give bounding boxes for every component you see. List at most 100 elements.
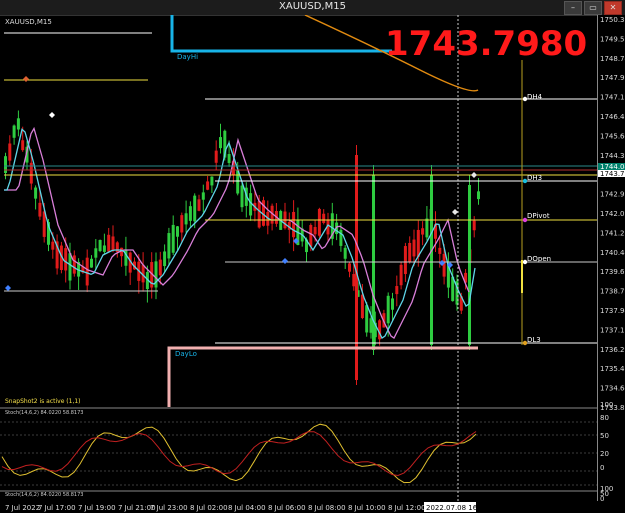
level-marker — [522, 96, 528, 102]
candle-body — [98, 240, 102, 252]
chart-canvas[interactable]: DH4 DH3 DPivot DOpen DL3 DayHi DayLo — [0, 15, 597, 511]
time-tick-label: 7 Jul 23:00 — [150, 504, 188, 512]
current-price-label: 1743.798 — [600, 170, 625, 178]
price-axis[interactable]: 1750.399 1749.519 1748.749 1747.974 1747.199… — [597, 15, 625, 501]
price-tick-label: 1738.799 — [600, 288, 625, 296]
candle-body — [180, 215, 184, 233]
stochastic-panel — [0, 421, 597, 486]
candle-body — [163, 251, 167, 267]
dpivot-label: DPivot — [527, 212, 550, 220]
candle-body — [72, 255, 76, 274]
candle-body — [416, 229, 420, 257]
candle-body — [210, 176, 214, 186]
stochastic2-label: Stoch(14,6,2) 84.0220 58.8173 — [5, 492, 84, 498]
candle-body — [16, 118, 20, 130]
candle-body — [85, 257, 89, 286]
candle-body — [188, 206, 192, 221]
price-tick-label: 1737.124 — [600, 326, 625, 334]
daylo-label: DayLo — [175, 350, 197, 358]
candle-body — [257, 201, 261, 228]
price-tick-label: 1734.649 — [600, 385, 625, 393]
candle-body — [343, 247, 347, 259]
candle-body — [107, 234, 111, 252]
level-marker — [522, 259, 528, 265]
time-tick-label: 8 Jul 10:00 — [348, 504, 386, 512]
dh4-label: DH4 — [527, 93, 543, 101]
price-tick-label: 1748.749 — [600, 55, 625, 63]
candle-body — [442, 253, 446, 277]
candle-body — [438, 247, 442, 254]
stoch-tick-label: 100 — [600, 401, 613, 409]
price-tick-label: 1747.199 — [600, 94, 625, 102]
price-tick-label: 1742.099 — [600, 210, 625, 218]
candle-body — [21, 140, 25, 151]
candle-body — [403, 246, 407, 275]
dayhi-bracket — [170, 15, 392, 53]
time-tick-label: 8 Jul 08:00 — [308, 504, 346, 512]
candle-body — [421, 228, 425, 235]
candle-body — [34, 187, 38, 199]
candle-body — [365, 305, 369, 333]
candle-body — [158, 259, 162, 276]
price-tick-label: 1750.399 — [600, 16, 625, 24]
candle-body — [64, 248, 68, 271]
stoch-main-line — [1, 423, 477, 484]
time-tick-label: 7 Jul 2022 — [5, 504, 40, 512]
candle-body — [399, 264, 403, 286]
price-tick-label: 1739.624 — [600, 268, 625, 276]
maximize-button[interactable]: ▭ — [584, 1, 602, 15]
dl3-label: DL3 — [527, 336, 541, 344]
candle-body — [120, 247, 124, 257]
candle-body — [94, 248, 98, 258]
close-button[interactable]: ✕ — [604, 1, 622, 15]
candle-body — [219, 137, 222, 149]
candle-body — [171, 224, 175, 253]
price-chart[interactable]: DH4 DH3 DPivot DOpen DL3 DayHi DayLo — [0, 15, 597, 511]
price-tick-label: 1742.924 — [600, 191, 625, 199]
price-tick-label: 1745.649 — [600, 132, 625, 140]
candle-body — [214, 150, 218, 163]
candle-body — [176, 226, 179, 237]
ma-fast-line — [4, 128, 476, 339]
time-tick-label: 8 Jul 06:00 — [268, 504, 306, 512]
candle-body — [430, 175, 433, 345]
stoch-tick-label: 50 — [600, 432, 609, 440]
time-tick-label: 8 Jul 12:00 — [388, 504, 426, 512]
signal-marker — [23, 76, 29, 82]
candle-body — [240, 185, 244, 208]
window-title: XAUUSD,M15 — [279, 1, 346, 12]
time-axis[interactable]: 7 Jul 2022 7 Jul 17:00 7 Jul 19:00 7 Jul 21… — [0, 501, 625, 513]
dayhi-label: DayHi — [177, 53, 198, 61]
minimize-button[interactable]: – — [564, 1, 582, 15]
candle-body — [425, 218, 429, 238]
time-tick-label: 7 Jul 19:00 — [78, 504, 116, 512]
stoch-tick-label: 80 — [600, 414, 609, 422]
signal-marker — [452, 209, 458, 215]
candle-body — [391, 298, 394, 310]
window-titlebar[interactable]: XAUUSD,M15 – ▭ ✕ — [0, 0, 625, 16]
candle-body — [395, 286, 399, 295]
candle-body — [412, 239, 416, 257]
daylo-bracket — [167, 346, 478, 407]
signal-marker — [5, 285, 11, 291]
snapshot-status: SnapShot2 is active (1,1) — [5, 398, 81, 405]
stochastic-label: Stoch(14,6,2) 84.0220 58.8173 — [5, 410, 84, 416]
candle-body — [322, 213, 326, 223]
signal-marker — [471, 172, 477, 178]
stoch-signal-line — [1, 431, 477, 477]
candle-body — [360, 294, 364, 319]
time-tick-label: 7 Jul 17:00 — [38, 504, 76, 512]
candle-body — [201, 192, 205, 200]
candle-body — [386, 295, 390, 324]
price-tick-label: 1740.449 — [600, 249, 625, 257]
price-tick-label: 1735.474 — [600, 365, 625, 373]
price-tick-label: 1746.424 — [600, 113, 625, 121]
price-tick-label: 1737.949 — [600, 307, 625, 315]
price-tick-label: 1736.299 — [600, 346, 625, 354]
level-marker — [522, 178, 528, 184]
candle-body — [477, 191, 480, 200]
candle-body — [167, 233, 171, 259]
candle-body — [102, 245, 106, 252]
candle-body — [51, 241, 55, 250]
candle-body — [468, 185, 471, 345]
